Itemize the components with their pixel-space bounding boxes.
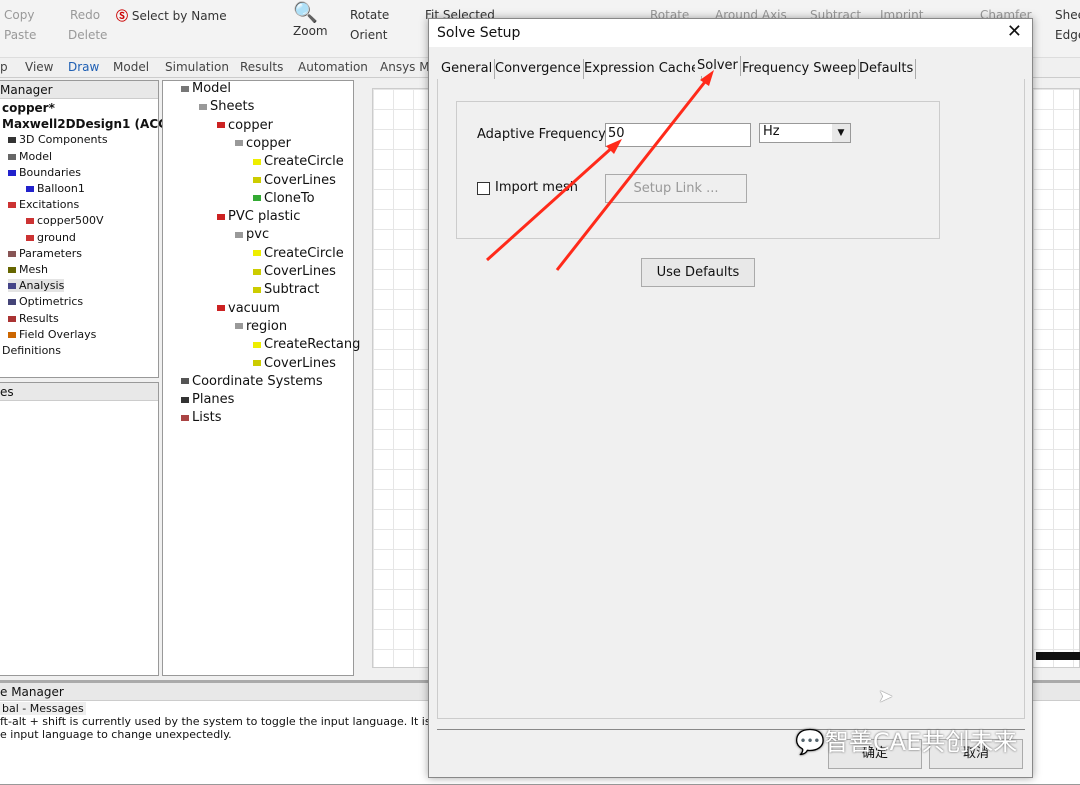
annotation-arrow (485, 143, 617, 262)
annotation-arrows (485, 70, 714, 271)
annotation-arrow (555, 77, 710, 271)
watermark-text: 智善CAE共创未来 (824, 728, 1018, 756)
wechat-icon: 💬 (795, 728, 825, 756)
watermark: 💬智善CAE共创未来 (795, 722, 1017, 757)
